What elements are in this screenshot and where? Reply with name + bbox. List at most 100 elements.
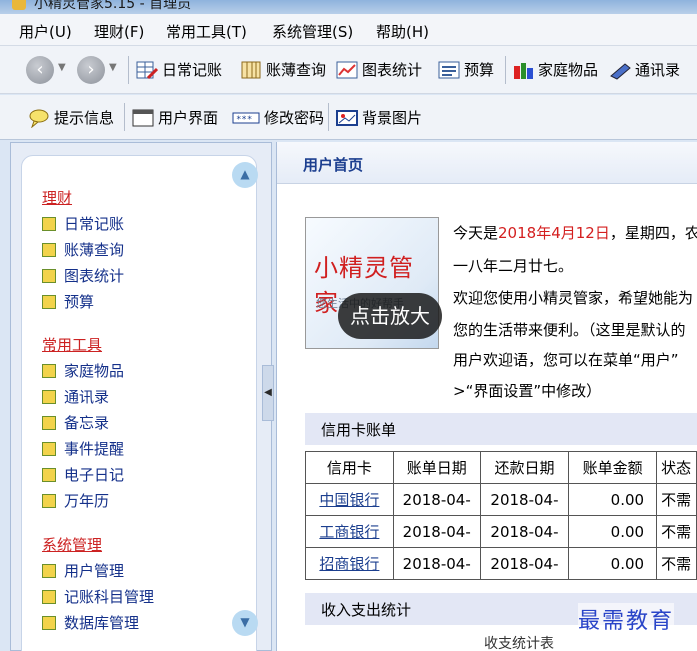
welcome-line-5: 用户欢迎语，您可以在菜单“用户”	[453, 351, 679, 369]
sidebar-item-label: 电子日记	[64, 466, 125, 484]
amount-cell: 0.00	[568, 547, 658, 580]
list-icon	[438, 60, 460, 80]
sidebar-item-chart-stats[interactable]: 图表统计	[42, 265, 124, 286]
table-row: 招商银行 2018-04- 2018-04- 0.00 不需	[305, 547, 697, 580]
ledger-query-button[interactable]: 账薄查询	[240, 59, 326, 80]
chart-stats-button[interactable]: 图表统计	[336, 59, 422, 80]
bullet-icon	[42, 441, 56, 456]
sidebar-item-database-management[interactable]: 数据库管理	[42, 612, 139, 633]
sidebar-item-label: 图表统计	[64, 267, 125, 285]
window-title: 小精灵管家5.15 - 首理员	[34, 0, 192, 12]
sidebar-item-user-management[interactable]: 用户管理	[42, 560, 124, 581]
col-header-bill-date: 账单日期	[392, 451, 481, 484]
menu-finance[interactable]: 理财(F)	[94, 21, 144, 42]
tips-button[interactable]: 提示信息	[28, 107, 115, 129]
toolbar-separator	[328, 103, 329, 131]
sidebar-item-budget[interactable]: 预算	[42, 291, 94, 312]
welcome-line-4: 您的生活带来便利。（这里是默认的	[453, 321, 686, 339]
bullet-icon	[42, 563, 56, 578]
card-link-cmb[interactable]: 招商银行	[319, 555, 379, 573]
sidebar-item-label: 预算	[64, 293, 95, 311]
sidebar-item-label: 用户管理	[64, 562, 125, 580]
card-link-boc[interactable]: 中国银行	[319, 491, 379, 509]
bill-date-cell: 2018-04-	[392, 547, 481, 580]
status-cell: 不需	[656, 483, 697, 516]
menu-tools[interactable]: 常用工具(T)	[166, 21, 247, 42]
sidebar-item-contacts[interactable]: 通讯录	[42, 386, 109, 407]
sidebar-group-finance[interactable]: 理财	[42, 187, 72, 208]
change-password-button[interactable]: *** 修改密码	[232, 107, 324, 128]
change-password-label: 修改密码	[264, 109, 325, 127]
menu-bar: 用户(U) 理财(F) 常用工具(T) 系统管理(S) 帮助(H)	[0, 14, 697, 46]
table-header-row: 信用卡 账单日期 还款日期 账单金额 状态	[305, 451, 697, 484]
toolbar-separator	[128, 56, 129, 84]
income-expense-subtitle: 收支统计表	[484, 636, 554, 651]
household-items-button[interactable]: 家庭物品	[512, 59, 598, 80]
sidebar-item-diary[interactable]: 电子日记	[42, 464, 124, 485]
col-header-status: 状态	[656, 451, 697, 484]
bullet-icon	[42, 615, 56, 630]
toolbar-separator	[124, 103, 125, 131]
chart-stats-label: 图表统计	[362, 61, 423, 79]
sidebar-item-household-items[interactable]: 家庭物品	[42, 360, 124, 381]
menu-user[interactable]: 用户(U)	[19, 21, 72, 42]
bullet-icon	[42, 589, 56, 604]
repay-date-cell: 2018-04-	[479, 547, 570, 580]
back-dropdown-icon[interactable]: ▼	[58, 62, 66, 73]
sidebar-item-calendar[interactable]: 万年历	[42, 490, 109, 511]
bottles-icon	[512, 60, 534, 80]
daily-bookkeeping-button[interactable]: 日常记账	[136, 59, 222, 80]
bullet-icon	[42, 216, 56, 231]
sidebar-item-event-reminder[interactable]: 事件提醒	[42, 438, 124, 459]
sidebar-item-label: 家庭物品	[64, 362, 125, 380]
bill-date-cell: 2018-04-	[392, 483, 481, 516]
table-row: 中国银行 2018-04- 2018-04- 0.00 不需	[305, 483, 697, 516]
status-cell: 不需	[656, 515, 697, 548]
bullet-icon	[42, 363, 56, 378]
background-image-label: 背景图片	[362, 109, 423, 127]
amount-cell: 0.00	[568, 515, 658, 548]
user-interface-button[interactable]: 用户界面	[132, 107, 218, 128]
bullet-icon	[42, 467, 56, 482]
contacts-button[interactable]: 通讯录	[609, 59, 680, 80]
sidebar-item-label: 日常记账	[64, 215, 125, 233]
sidebar-item-memo[interactable]: 备忘录	[42, 412, 109, 433]
background-image-button[interactable]: 背景图片	[336, 107, 422, 128]
amount-cell: 0.00	[568, 483, 658, 516]
sidebar-item-ledger-query[interactable]: 账薄查询	[42, 239, 124, 260]
scroll-up-button[interactable]: ▲	[232, 162, 258, 188]
sidebar-item-label: 账薄查询	[64, 241, 125, 259]
sidebar-item-label: 万年历	[64, 492, 110, 510]
menu-help[interactable]: 帮助(H)	[376, 21, 429, 42]
budget-button[interactable]: 预算	[438, 59, 494, 80]
bullet-icon	[42, 415, 56, 430]
sidebar-item-daily-bookkeeping[interactable]: 日常记账	[42, 213, 124, 234]
bullet-icon	[42, 294, 56, 309]
sidebar-collapse-handle[interactable]: ◀	[262, 365, 274, 421]
forward-button[interactable]: ›	[77, 56, 105, 84]
password-field-icon: ***	[232, 108, 260, 128]
col-header-repay-date: 还款日期	[479, 451, 570, 484]
scroll-down-button[interactable]: ▼	[232, 610, 258, 636]
card-link-icbc[interactable]: 工商银行	[319, 523, 379, 541]
sidebar-item-label: 备忘录	[64, 414, 110, 432]
welcome-line-6: >“界面设置”中修改）	[453, 382, 602, 400]
back-button[interactable]: ‹	[26, 56, 54, 84]
sidebar-group-system[interactable]: 系统管理	[42, 534, 102, 555]
sidebar-item-account-subjects[interactable]: 记账科目管理	[42, 586, 154, 607]
welcome-line-3: 欢迎您使用小精灵管家，希望她能为	[453, 289, 694, 307]
menu-system[interactable]: 系统管理(S)	[272, 21, 353, 42]
table-row: 工商银行 2018-04- 2018-04- 0.00 不需	[305, 515, 697, 548]
sidebar-group-tools[interactable]: 常用工具	[42, 334, 102, 355]
speech-bubble-icon	[28, 108, 50, 129]
income-expense-section-title: 收入支出统计	[321, 601, 412, 619]
bullet-icon	[42, 389, 56, 404]
main-content: 用户首页 小精灵管家 您生活中的好帮手 今天是2018年4月12日，星期四，农 …	[276, 142, 697, 651]
welcome-prefix: 今天是	[453, 224, 499, 242]
tips-label: 提示信息	[54, 109, 115, 127]
today-date: 2018年4月12日	[498, 224, 610, 242]
zoom-overlay-button[interactable]: 点击放大	[338, 293, 442, 339]
user-interface-label: 用户界面	[158, 109, 219, 127]
repay-date-cell: 2018-04-	[479, 515, 570, 548]
forward-dropdown-icon[interactable]: ▼	[109, 62, 117, 73]
